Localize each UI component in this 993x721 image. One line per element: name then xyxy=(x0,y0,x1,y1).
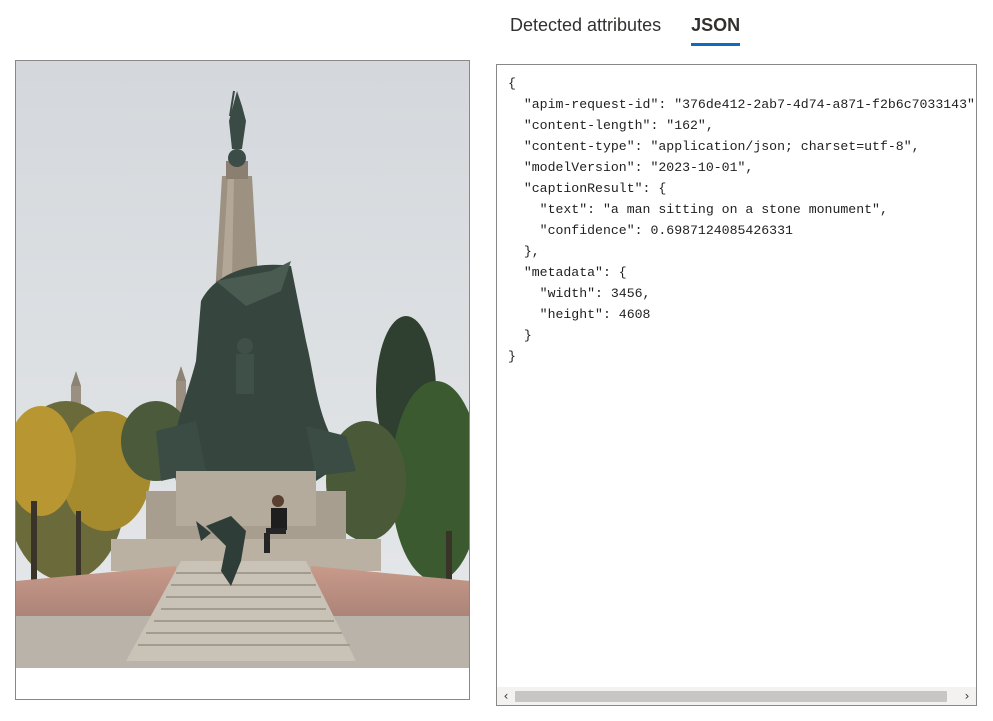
chevron-right-icon[interactable]: › xyxy=(958,687,976,705)
json-line: { xyxy=(508,76,516,91)
json-line: "confidence": 0.6987124085426331 xyxy=(508,223,793,238)
json-output-panel[interactable]: { "apim-request-id": "376de412-2ab7-4d74… xyxy=(496,64,977,706)
monument-photo xyxy=(16,61,469,668)
json-line: "text": "a man sitting on a stone monume… xyxy=(508,202,888,217)
json-line: } xyxy=(508,328,532,343)
json-line: } xyxy=(508,349,516,364)
image-preview-panel xyxy=(15,60,470,700)
json-line: "captionResult": { xyxy=(508,181,667,196)
result-tabs: Detected attributes JSON xyxy=(510,10,770,50)
json-line: "metadata": { xyxy=(508,265,627,280)
json-line: }, xyxy=(508,244,540,259)
json-line: "width": 3456, xyxy=(508,286,651,301)
json-line: "content-type": "application/json; chars… xyxy=(508,139,920,154)
json-line: "content-length": "162", xyxy=(508,118,714,133)
json-code-block: { "apim-request-id": "376de412-2ab7-4d74… xyxy=(508,73,976,367)
json-line: "apim-request-id": "376de412-2ab7-4d74-a… xyxy=(508,97,976,112)
chevron-left-icon[interactable]: ‹ xyxy=(497,687,515,705)
horizontal-scrollbar[interactable]: ‹ › xyxy=(497,687,976,705)
tab-json[interactable]: JSON xyxy=(691,10,741,46)
tab-detected-attributes[interactable]: Detected attributes xyxy=(510,10,661,46)
json-line: "height": 4608 xyxy=(508,307,651,322)
scrollbar-thumb[interactable] xyxy=(515,691,947,702)
json-line: "modelVersion": "2023-10-01", xyxy=(508,160,754,175)
